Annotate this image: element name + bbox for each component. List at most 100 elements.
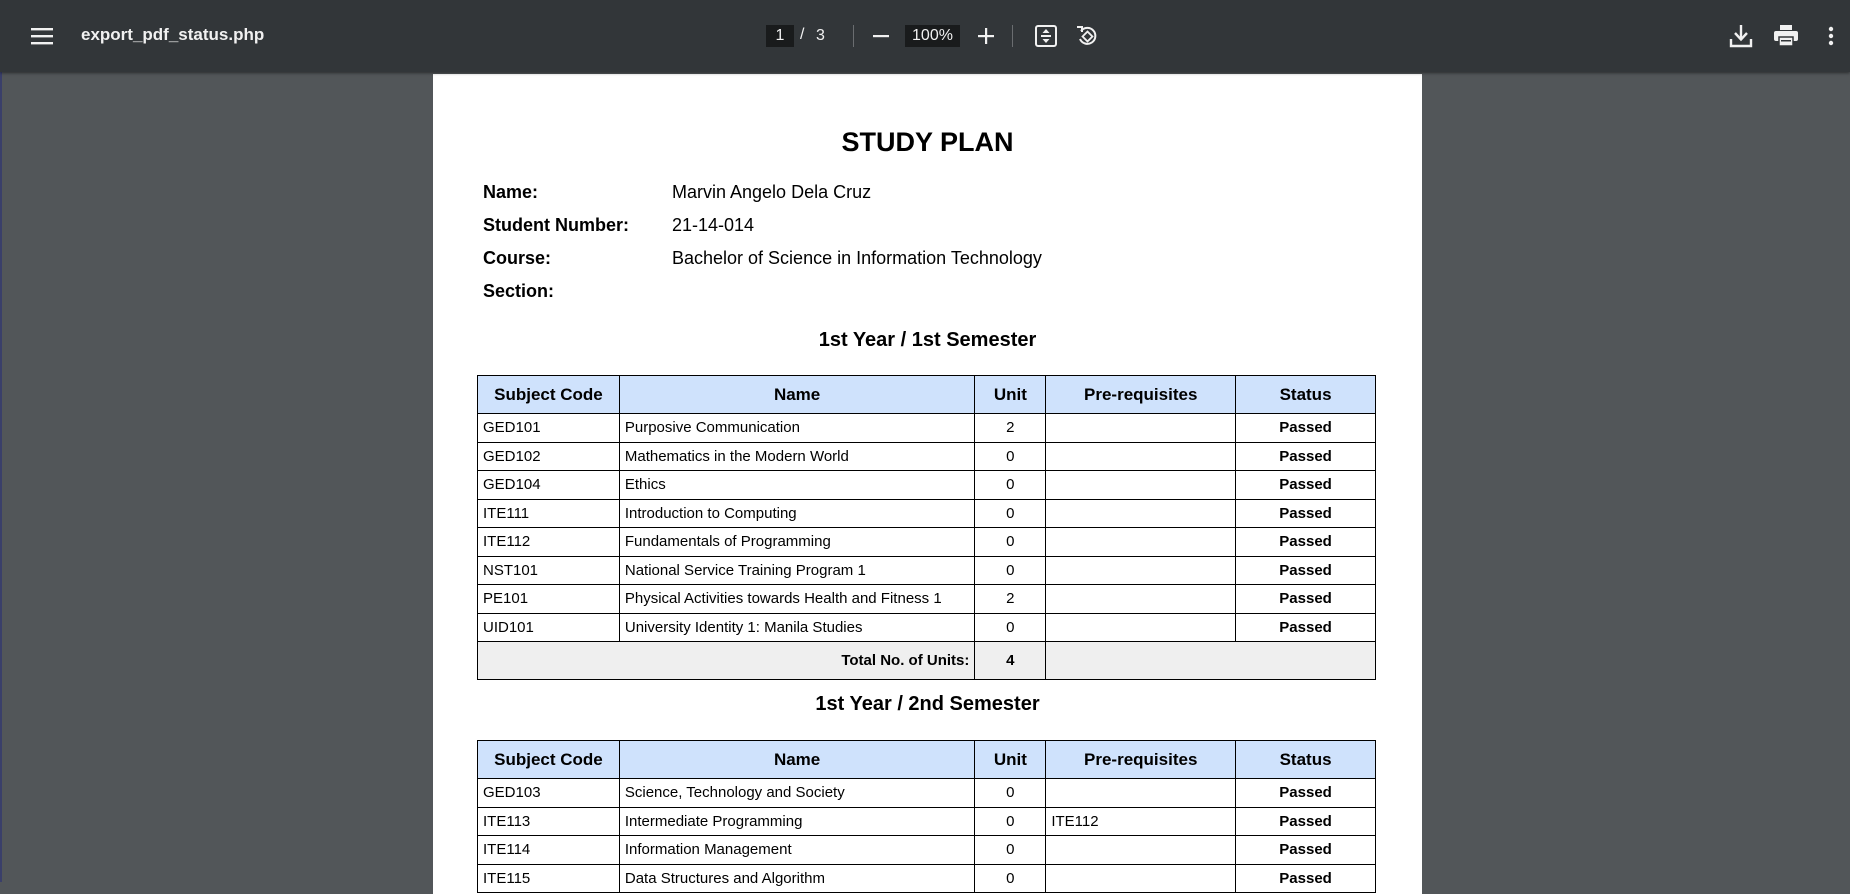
- cell-status: Passed: [1235, 612, 1376, 642]
- table-row: ITE112 Fundamentals of Programming 0 Passed: [477, 527, 1376, 557]
- cell-name: Introduction to Computing: [618, 498, 976, 528]
- cell-prereq: [1045, 498, 1237, 528]
- cell-name: Intermediate Programming: [618, 806, 976, 836]
- cell-status: Passed: [1235, 835, 1376, 865]
- cell-status: Passed: [1235, 555, 1376, 585]
- rotate-icon[interactable]: [1070, 18, 1104, 54]
- cell-name: Ethics: [618, 470, 976, 500]
- toolbar-divider: [1012, 25, 1013, 47]
- column-header: Subject Code: [477, 740, 620, 779]
- cell-status: Passed: [1235, 441, 1376, 471]
- total-units-label: Total No. of Units:: [476, 641, 976, 680]
- zoom-out-icon[interactable]: [866, 18, 896, 54]
- window-edge: [0, 72, 2, 882]
- cell-status: Passed: [1235, 806, 1376, 836]
- zoom-in-icon[interactable]: [971, 18, 1001, 54]
- cell-name: Information Management: [618, 835, 976, 865]
- table-row: ITE113 Intermediate Programming 0 ITE112 Pas…: [477, 806, 1376, 836]
- cell-status: Passed: [1235, 584, 1376, 614]
- info-value: Marvin Angelo Dela Cruz: [672, 182, 872, 202]
- toolbar-divider: [853, 25, 854, 47]
- cell-code: GED103: [477, 778, 620, 808]
- total-row-filler: [1045, 641, 1376, 680]
- print-icon[interactable]: [1767, 18, 1805, 54]
- zoom-input[interactable]: [905, 25, 960, 47]
- cell-unit: 0: [974, 835, 1047, 865]
- table-row: UID101 University Identity 1: Manila Stud…: [477, 612, 1376, 642]
- subjects-table: Subject Code Name Unit Pre-requisites Status…: [477, 740, 1376, 893]
- cell-unit: 0: [974, 806, 1047, 836]
- cell-code: ITE115: [477, 863, 620, 893]
- total-pages: 3: [816, 27, 825, 44]
- cell-code: ITE113: [477, 806, 620, 836]
- cell-code: GED101: [477, 413, 620, 443]
- cell-unit: 0: [974, 555, 1047, 585]
- cell-name: Mathematics in the Modern World: [618, 441, 976, 471]
- table-row: GED104 Ethics 0 Passed: [477, 470, 1376, 500]
- total-units-value: 4: [974, 641, 1047, 680]
- info-label: Course:: [483, 248, 552, 268]
- cell-status: Passed: [1235, 498, 1376, 528]
- table-header-row: Subject Code Name Unit Pre-requisites Status: [477, 375, 1376, 414]
- table-header-row: Subject Code Name Unit Pre-requisites Status: [477, 740, 1376, 779]
- column-header: Name: [618, 740, 976, 779]
- document-title: STUDY PLAN: [841, 127, 1014, 157]
- cell-prereq: [1045, 470, 1237, 500]
- cell-unit: 2: [974, 413, 1047, 443]
- cell-code: ITE112: [477, 527, 620, 557]
- cell-code: PE101: [477, 584, 620, 614]
- fit-page-icon[interactable]: [1030, 18, 1062, 54]
- more-vert-icon[interactable]: [1820, 18, 1842, 54]
- cell-name: Science, Technology and Society: [618, 778, 976, 808]
- cell-status: Passed: [1235, 527, 1376, 557]
- cell-name: University Identity 1: Manila Studies: [618, 612, 976, 642]
- column-header: Unit: [974, 375, 1047, 414]
- semester-heading: 1st Year / 1st Semester: [818, 329, 1037, 351]
- cell-code: UID101: [477, 612, 620, 642]
- subjects-table: Subject Code Name Unit Pre-requisites Status…: [476, 375, 1376, 680]
- table-row: ITE114 Information Management 0 Passed: [477, 835, 1376, 865]
- cell-prereq: [1045, 612, 1237, 642]
- table-row: ITE115 Data Structures and Algorithm 0 Pass…: [477, 863, 1376, 893]
- cell-unit: 0: [974, 527, 1047, 557]
- cell-status: Passed: [1235, 778, 1376, 808]
- column-header: Pre-requisites: [1045, 375, 1237, 414]
- cell-code: GED104: [477, 470, 620, 500]
- page-separator: /: [800, 26, 805, 43]
- info-value: Bachelor of Science in Information Techn…: [672, 248, 1042, 268]
- cell-prereq: [1045, 413, 1237, 443]
- table-row: ITE111 Introduction to Computing 0 Passed: [477, 498, 1376, 528]
- cell-prereq: [1045, 863, 1237, 893]
- cell-prereq: [1045, 584, 1237, 614]
- menu-icon[interactable]: [22, 18, 62, 54]
- cell-code: ITE114: [477, 835, 620, 865]
- info-label: Section:: [483, 281, 555, 301]
- cell-name: National Service Training Program 1: [618, 555, 976, 585]
- download-icon[interactable]: [1722, 18, 1760, 54]
- cell-name: Fundamentals of Programming: [618, 527, 976, 557]
- cell-prereq: [1045, 778, 1237, 808]
- cell-name: Purposive Communication: [618, 413, 976, 443]
- table-row: GED103 Science, Technology and Society 0 Pa…: [477, 778, 1376, 808]
- cell-unit: 0: [974, 441, 1047, 471]
- table-row: NST101 National Service Training Program …: [477, 555, 1376, 585]
- semester-heading: 1st Year / 2nd Semester: [815, 693, 1040, 715]
- column-header: Subject Code: [477, 375, 620, 414]
- cell-prereq: [1045, 527, 1237, 557]
- column-header: Status: [1235, 740, 1376, 779]
- pdf-page: STUDY PLAN Name: Marvin Angelo Dela Cruz…: [433, 74, 1422, 894]
- cell-code: GED102: [477, 441, 620, 471]
- cell-status: Passed: [1235, 863, 1376, 893]
- cell-unit: 0: [974, 778, 1047, 808]
- cell-code: ITE111: [477, 498, 620, 528]
- page-number-input[interactable]: [766, 25, 794, 47]
- column-header: Name: [618, 375, 976, 414]
- cell-unit: 0: [974, 498, 1047, 528]
- cell-prereq: [1045, 555, 1237, 585]
- cell-name: Physical Activities towards Health and F…: [618, 584, 976, 614]
- cell-prereq: ITE112: [1045, 806, 1237, 836]
- column-header: Unit: [974, 740, 1047, 779]
- info-label: Student Number:: [483, 215, 629, 235]
- cell-status: Passed: [1235, 413, 1376, 443]
- column-header: Status: [1235, 375, 1376, 414]
